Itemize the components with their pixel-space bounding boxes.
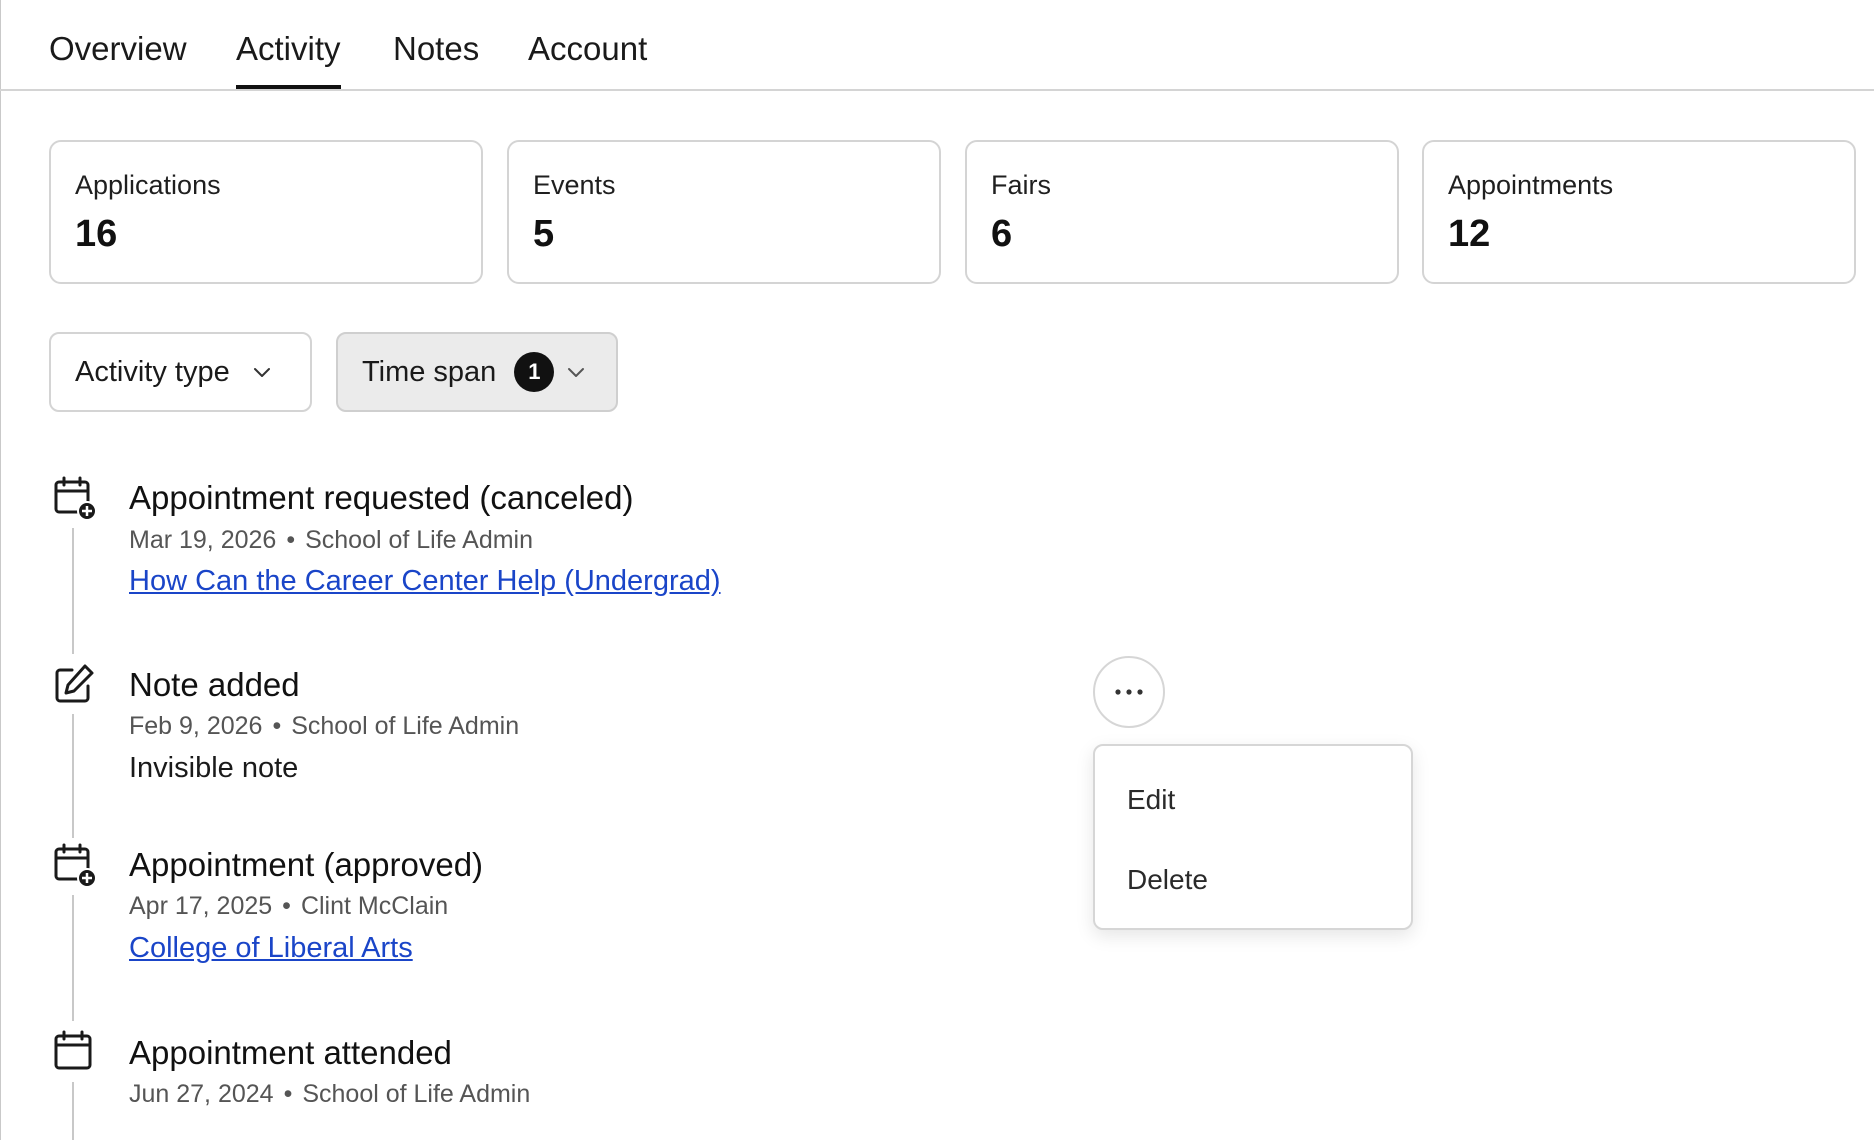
more-options-menu: Edit Delete — [1093, 744, 1413, 930]
stat-label: Fairs — [991, 170, 1051, 200]
timeline-item-actor: School of Life Admin — [302, 1080, 531, 1108]
meta-separator: • — [286, 526, 296, 554]
timeline-connector — [72, 714, 74, 838]
stat-label: Events — [533, 170, 616, 200]
timeline-item-title: Appointment requested (canceled) — [129, 479, 634, 516]
timeline-item-date: Feb 9, 2026 — [129, 712, 263, 740]
chevron-down-icon — [568, 368, 585, 377]
timeline-item-actor: School of Life Admin — [291, 712, 520, 740]
activity-type-filter-button[interactable]: Activity type — [49, 332, 312, 412]
stat-value: 12 — [1448, 213, 1491, 255]
timeline-item-title: Appointment (approved) — [129, 846, 484, 883]
timeline-item-meta: Jun 27, 2024 • School of Life Admin — [129, 1079, 530, 1109]
tab-account[interactable]: Account — [528, 22, 647, 76]
timeline-item-actor: School of Life Admin — [305, 526, 534, 554]
stat-value: 16 — [75, 213, 118, 255]
stat-label: Applications — [75, 170, 221, 200]
stat-card-fairs: Fairs 6 — [965, 140, 1399, 284]
tab-activity[interactable]: Activity — [236, 22, 341, 89]
menu-item-delete[interactable]: Delete — [1127, 862, 1208, 898]
timeline-item-date: Jun 27, 2024 — [129, 1080, 274, 1108]
timeline-item-text: Invisible note — [129, 752, 299, 784]
filter-label: Activity type — [75, 355, 230, 388]
filter-label: Time span — [362, 355, 497, 388]
stat-card-events: Events 5 — [507, 140, 941, 284]
menu-item-edit[interactable]: Edit — [1127, 782, 1175, 818]
calendar-plus-icon — [54, 476, 96, 520]
tab-bar: Overview Activity Notes Account — [0, 0, 1874, 91]
timeline-connector — [72, 528, 74, 654]
calendar-plus-icon — [54, 843, 96, 887]
timeline-connector — [72, 1082, 74, 1140]
meta-separator: • — [283, 1080, 293, 1108]
tab-overview[interactable]: Overview — [49, 22, 187, 76]
stat-card-applications: Applications 16 — [49, 140, 483, 284]
timeline-item-title: Note added — [129, 666, 300, 703]
meta-separator: • — [272, 712, 282, 740]
calendar-icon — [54, 1030, 92, 1070]
chevron-down-icon — [253, 368, 270, 377]
stat-value: 5 — [533, 213, 555, 255]
stat-card-appointments: Appointments 12 — [1422, 140, 1856, 284]
more-options-button[interactable] — [1093, 656, 1165, 728]
timeline-connector — [72, 895, 74, 1021]
stat-label: Appointments — [1448, 170, 1614, 200]
more-horizontal-icon — [1115, 689, 1143, 695]
timeline-item-meta: Feb 9, 2026 • School of Life Admin — [129, 711, 519, 741]
time-span-filter-button[interactable]: Time span 1 — [336, 332, 618, 412]
edit-note-icon — [55, 664, 94, 703]
filter-count-badge: 1 — [514, 352, 555, 392]
left-border — [0, 0, 1, 1140]
timeline-item-date: Apr 17, 2025 — [129, 892, 273, 920]
timeline-item-meta: Mar 19, 2026 • School of Life Admin — [129, 525, 533, 555]
meta-separator: • — [282, 892, 291, 920]
timeline-item-title: Appointment attended — [129, 1034, 452, 1071]
stat-value: 6 — [991, 213, 1013, 255]
timeline-item-link[interactable]: College of Liberal Arts — [129, 930, 413, 966]
timeline-item-meta: Apr 17, 2025 • Clint McClain — [129, 891, 448, 921]
timeline-item-link[interactable]: How Can the Career Center Help (Undergra… — [129, 563, 721, 599]
timeline-item-actor: Clint McClain — [300, 892, 449, 920]
tab-notes[interactable]: Notes — [393, 22, 479, 76]
timeline-item-date: Mar 19, 2026 — [129, 526, 277, 554]
